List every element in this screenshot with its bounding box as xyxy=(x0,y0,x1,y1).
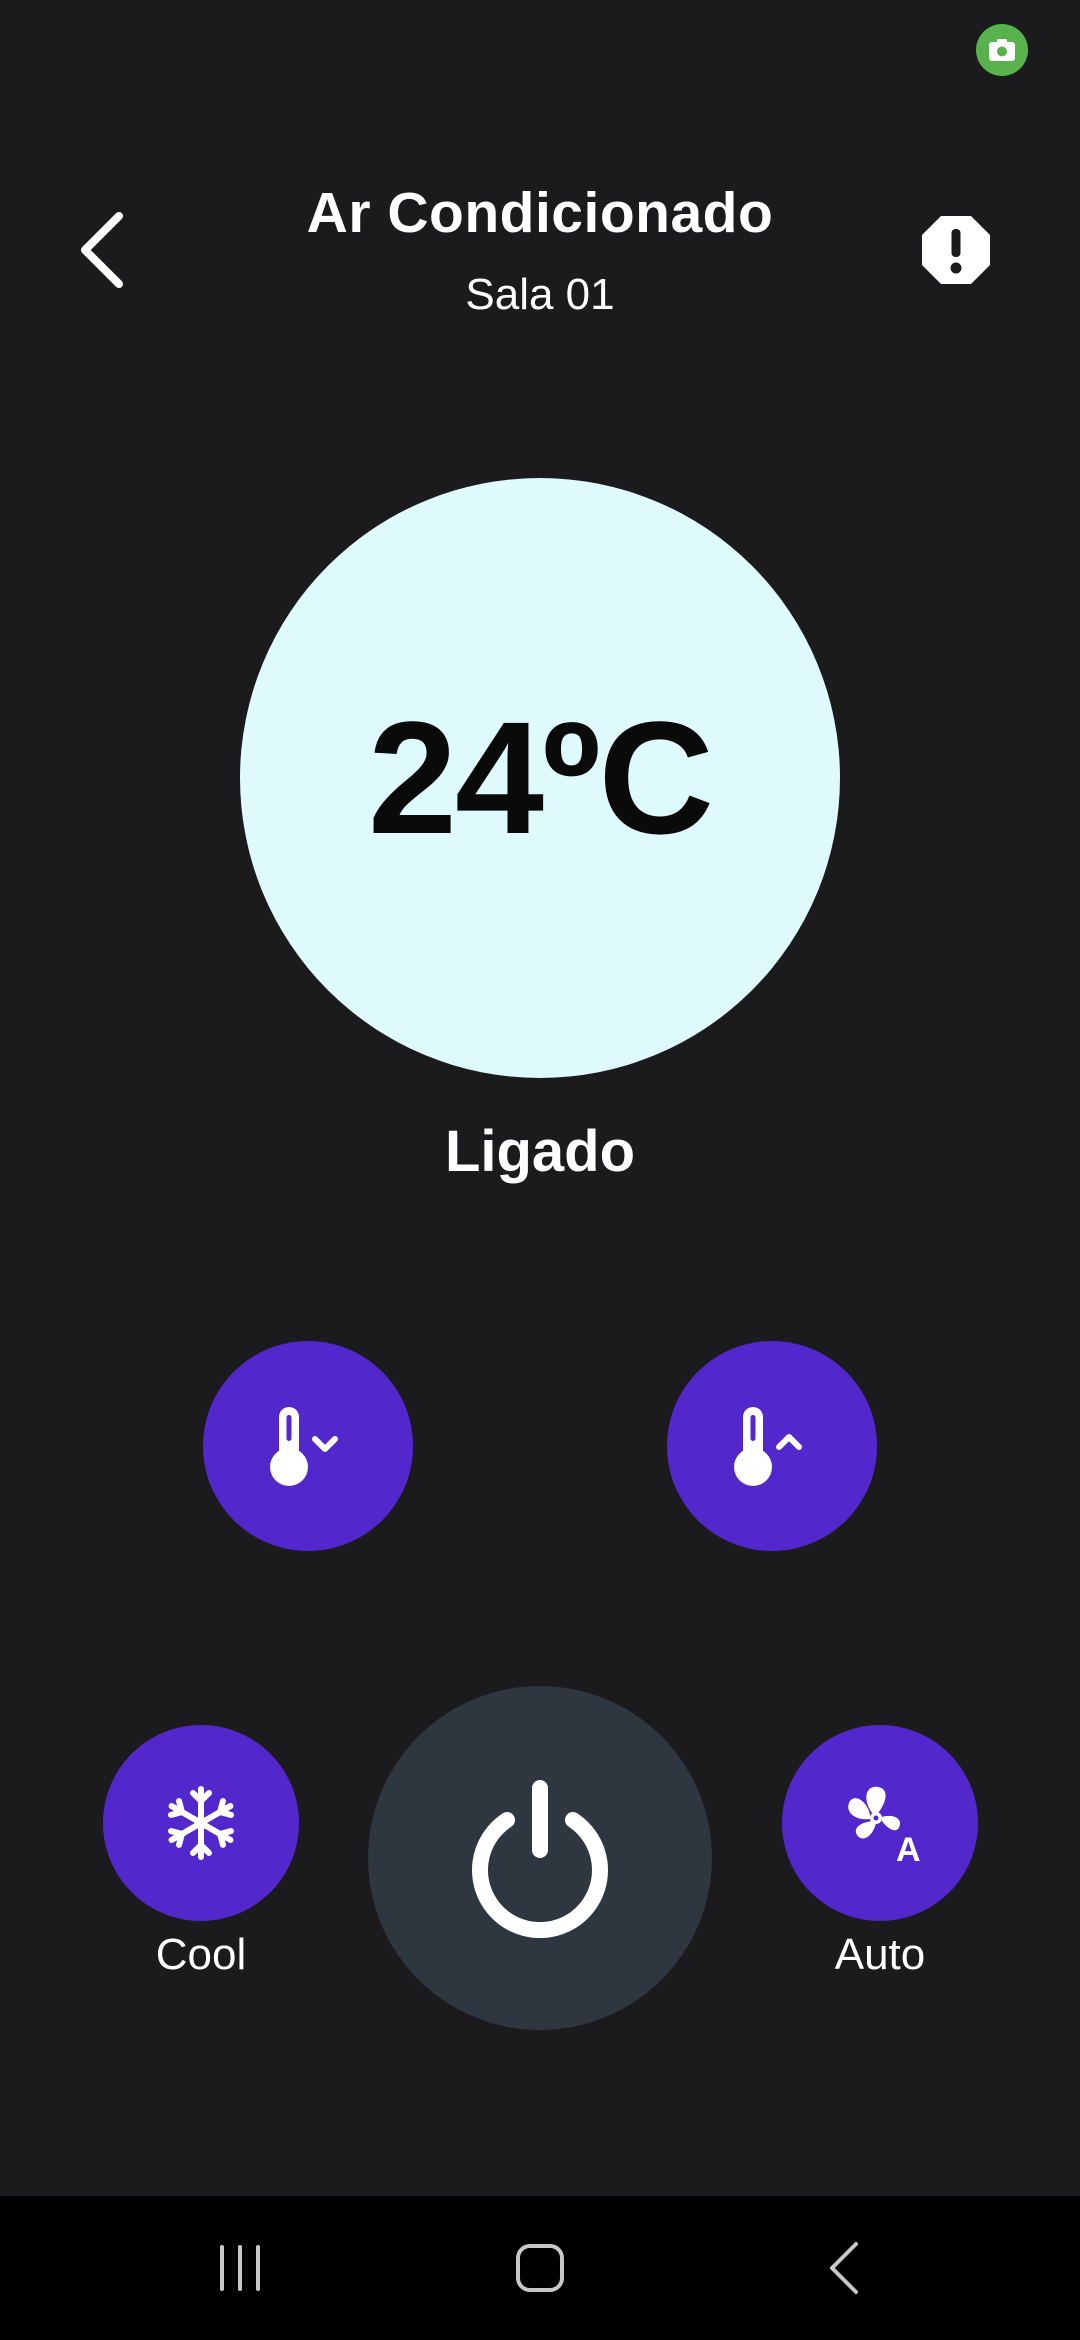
svg-text:A: A xyxy=(896,1831,921,1865)
camera-icon xyxy=(989,39,1015,61)
home-icon xyxy=(516,2244,564,2292)
mode-button[interactable] xyxy=(103,1725,299,1921)
power-icon xyxy=(472,1780,608,1938)
thermometer-down-icon xyxy=(270,1407,338,1486)
temperature-value: 24ºC xyxy=(368,688,714,867)
recent-apps-icon xyxy=(220,2245,260,2291)
system-back-button[interactable] xyxy=(784,2216,904,2320)
temperature-down-button[interactable] xyxy=(203,1341,413,1551)
temperature-display: 24ºC xyxy=(240,478,840,1078)
fan-mode-label: Auto xyxy=(834,1930,926,1979)
power-state-label: Ligado xyxy=(444,1119,636,1184)
fan-auto-icon: A xyxy=(848,1786,921,1865)
alert-button[interactable] xyxy=(916,210,996,290)
back-icon xyxy=(830,2242,858,2294)
screen-recording-indicator xyxy=(976,24,1028,76)
temperature-up-button[interactable] xyxy=(667,1341,877,1551)
power-button[interactable] xyxy=(368,1686,712,2030)
snowflake-icon xyxy=(168,1786,234,1860)
alert-octagon-icon xyxy=(922,216,990,284)
recent-apps-button[interactable] xyxy=(180,2216,300,2320)
thermometer-up-icon xyxy=(734,1407,802,1486)
mode-label: Cool xyxy=(155,1930,247,1979)
fan-speed-button[interactable]: A xyxy=(782,1725,978,1921)
home-button[interactable] xyxy=(480,2216,600,2320)
